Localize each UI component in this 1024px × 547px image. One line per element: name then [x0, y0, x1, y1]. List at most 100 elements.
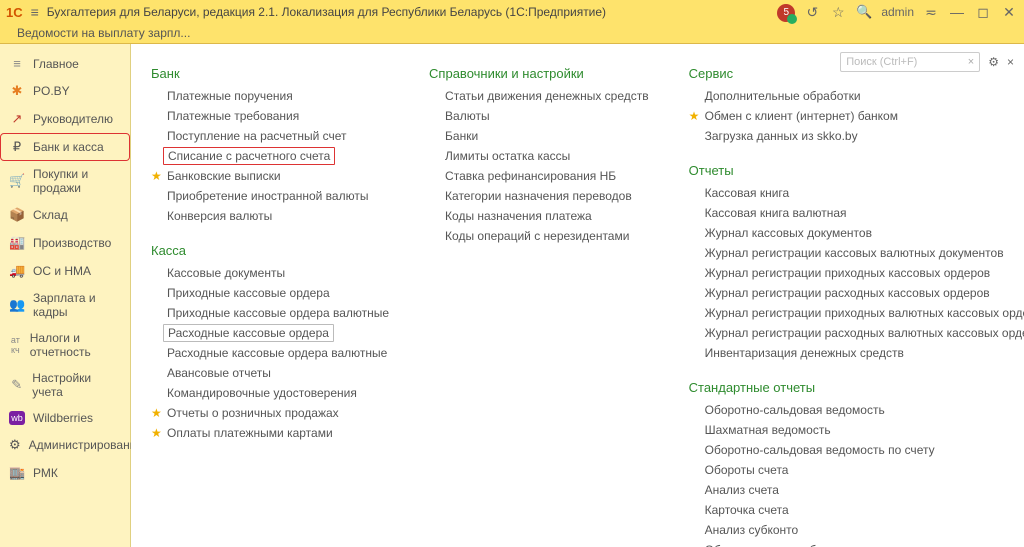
bank-icon: ₽ [9, 139, 25, 155]
filter-icon[interactable]: ≂ [922, 4, 940, 21]
link-bank-statements[interactable]: ★Банковские выписки [151, 167, 389, 185]
star-icon: ★ [151, 169, 162, 183]
link-payment-orders[interactable]: Платежные поручения [151, 87, 389, 105]
sidebar-item-main[interactable]: ≡Главное [0, 50, 130, 77]
pencil-icon: ✎ [9, 377, 24, 393]
link-account-analysis[interactable]: Анализ счета [689, 481, 1024, 499]
poby-icon: ✱ [9, 83, 25, 99]
sidebar-item-poby[interactable]: ✱PO.BY [0, 77, 130, 105]
sidebar-item-warehouse[interactable]: 📦Склад [0, 201, 130, 229]
link-extra-processing[interactable]: Дополнительные обработки [689, 87, 1024, 105]
link-cashflow-items[interactable]: Статьи движения денежных средств [429, 87, 649, 105]
link-account-turnover[interactable]: Обороты счета [689, 461, 1024, 479]
link-account-card[interactable]: Карточка счета [689, 501, 1024, 519]
search-input[interactable]: Поиск (Ctrl+F) × [840, 52, 980, 72]
search-icon[interactable]: 🔍 [855, 4, 873, 20]
sidebar-item-rmk[interactable]: 🏬РМК [0, 459, 130, 487]
panel-close-icon[interactable]: × [1007, 55, 1014, 69]
factory-icon: 🏭 [9, 235, 25, 251]
link-subconto-analysis[interactable]: Анализ субконто [689, 521, 1024, 539]
tax-icon: аткч [9, 335, 22, 355]
link-currencies[interactable]: Валюты [429, 107, 649, 125]
link-incoming-fx-journal[interactable]: Журнал регистрации приходных валютных ка… [689, 304, 1024, 322]
app-title: Бухгалтерия для Беларуси, редакция 2.1. … [47, 5, 606, 19]
link-payment-demands[interactable]: Платежные требования [151, 107, 389, 125]
group-std-reports: Стандартные отчеты [689, 380, 1024, 395]
sidebar-item-taxes[interactable]: аткчНалоги и отчетность [0, 325, 130, 365]
link-incoming-cash-fx[interactable]: Приходные кассовые ордера валютные [151, 304, 389, 322]
link-advance-reports[interactable]: Авансовые отчеты [151, 364, 389, 382]
notifications-icon[interactable]: 5 [777, 2, 795, 22]
link-outgoing-journal[interactable]: Журнал регистрации расходных кассовых ор… [689, 284, 1024, 302]
column-refs: Справочники и настройки Статьи движения … [429, 62, 649, 547]
sidebar-item-admin[interactable]: ⚙Администрирование [0, 431, 130, 459]
close-icon[interactable]: ✕ [1000, 4, 1018, 21]
link-cashbook[interactable]: Кассовая книга [689, 184, 1024, 202]
link-retail-reports[interactable]: ★Отчеты о розничных продажах [151, 404, 389, 422]
gear-icon: ⚙ [9, 437, 21, 453]
column-service-reports: Сервис Дополнительные обработки ★Обмен с… [689, 62, 1024, 547]
main-panel: Поиск (Ctrl+F) × ⚙ × Банк Платежные пору… [131, 44, 1024, 547]
star-icon: ★ [689, 109, 700, 123]
logo-1c: 1C [6, 5, 23, 20]
link-refinance-rate[interactable]: Ставка рефинансирования НБ [429, 167, 649, 185]
link-cashbook-fx[interactable]: Кассовая книга валютная [689, 204, 1024, 222]
group-refs: Справочники и настройки [429, 66, 649, 81]
link-cash-limits[interactable]: Лимиты остатка кассы [429, 147, 649, 165]
favorites-icon[interactable]: ☆ [829, 4, 847, 21]
link-subconto-turnover[interactable]: Обороты между субконто [689, 541, 1024, 547]
link-cash-journal[interactable]: Журнал кассовых документов [689, 224, 1024, 242]
link-buy-currency[interactable]: Приобретение иностранной валюты [151, 187, 389, 205]
sidebar-item-hr[interactable]: 👥Зарплата и кадры [0, 285, 130, 325]
wb-icon: wb [9, 411, 25, 425]
menu-icon[interactable]: ≡ [31, 4, 39, 20]
search-placeholder: Поиск (Ctrl+F) [846, 56, 917, 68]
link-outgoing-cash-fx[interactable]: Расходные кассовые ордера валютные [151, 344, 389, 362]
star-icon: ★ [151, 406, 162, 420]
star-icon: ★ [151, 426, 162, 440]
minimize-icon[interactable]: — [948, 4, 966, 20]
people-icon: 👥 [9, 297, 25, 313]
link-incoming-journal[interactable]: Журнал регистрации приходных кассовых ор… [689, 264, 1024, 282]
sidebar-item-sales[interactable]: 🛒Покупки и продажи [0, 161, 130, 201]
link-convert-currency[interactable]: Конверсия валюты [151, 207, 389, 225]
truck-icon: 🚚 [9, 263, 25, 279]
sidebar-item-bank[interactable]: ₽Банк и касса [0, 133, 130, 161]
tabbar: Ведомости на выплату зарпл... [0, 24, 1024, 44]
link-fx-cash-journal[interactable]: Журнал регистрации кассовых валютных док… [689, 244, 1024, 262]
clear-search-icon[interactable]: × [968, 56, 974, 68]
sidebar-item-wildberries[interactable]: wbWildberries [0, 405, 130, 431]
history-icon[interactable]: ↺ [803, 4, 821, 21]
link-cash-docs[interactable]: Кассовые документы [151, 264, 389, 282]
link-bank-exchange[interactable]: ★Обмен с клиент (интернет) банком [689, 107, 1024, 125]
link-incoming-cash[interactable]: Приходные кассовые ордера [151, 284, 389, 302]
sidebar-item-assets[interactable]: 🚚ОС и НМА [0, 257, 130, 285]
link-cash-inventory[interactable]: Инвентаризация денежных средств [689, 344, 1024, 362]
group-reports: Отчеты [689, 163, 1024, 178]
link-writeoff-account[interactable]: Списание с расчетного счета [163, 147, 335, 165]
topbar: 1C ≡ Бухгалтерия для Беларуси, редакция … [0, 0, 1024, 24]
link-travel-certs[interactable]: Командировочные удостоверения [151, 384, 389, 402]
link-payment-codes[interactable]: Коды назначения платежа [429, 207, 649, 225]
link-transfer-categories[interactable]: Категории назначения переводов [429, 187, 649, 205]
link-chess-report[interactable]: Шахматная ведомость [689, 421, 1024, 439]
sidebar-item-manager[interactable]: ↗Руководителю [0, 105, 130, 133]
link-nonresident-codes[interactable]: Коды операций с нерезидентами [429, 227, 649, 245]
panel-settings-icon[interactable]: ⚙ [988, 55, 999, 69]
maximize-icon[interactable]: ◻ [974, 4, 992, 21]
sidebar-item-production[interactable]: 🏭Производство [0, 229, 130, 257]
link-outgoing-fx-journal[interactable]: Журнал регистрации расходных валютных ка… [689, 324, 1024, 342]
sidebar-item-settings[interactable]: ✎Настройки учета [0, 365, 130, 405]
link-card-payments[interactable]: ★Оплаты платежными картами [151, 424, 389, 442]
store-icon: 🏬 [9, 465, 25, 481]
link-trial-balance-acct[interactable]: Оборотно-сальдовая ведомость по счету [689, 441, 1024, 459]
link-incoming-account[interactable]: Поступление на расчетный счет [151, 127, 389, 145]
user-label[interactable]: admin [881, 5, 914, 19]
link-outgoing-cash[interactable]: Расходные кассовые ордера [163, 324, 334, 342]
sidebar: ≡Главное ✱PO.BY ↗Руководителю ₽Банк и ка… [0, 44, 131, 547]
link-banks[interactable]: Банки [429, 127, 649, 145]
link-skko-import[interactable]: Загрузка данных из skko.by [689, 127, 1024, 145]
tab-payroll[interactable]: Ведомости на выплату зарпл... [8, 23, 199, 43]
link-trial-balance[interactable]: Оборотно-сальдовая ведомость [689, 401, 1024, 419]
manager-icon: ↗ [9, 111, 25, 127]
